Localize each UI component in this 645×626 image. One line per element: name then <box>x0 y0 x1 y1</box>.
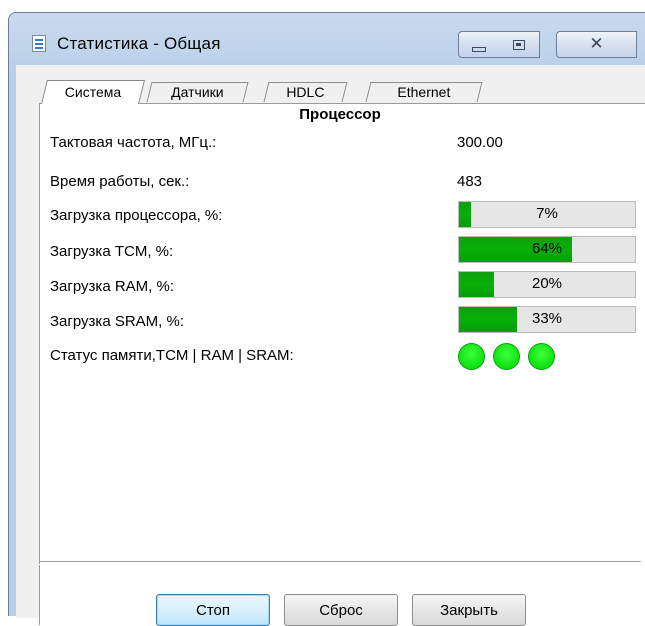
window-title: Статистика - Общая <box>57 34 221 53</box>
tab-hdlc[interactable]: HDLC <box>263 82 348 102</box>
tab-label: Датчики <box>171 84 224 100</box>
clock-frequency-value: 300.00 <box>457 134 503 151</box>
system-tab-panel: Процессор Тактовая частота, МГц.: 300.00… <box>39 103 645 625</box>
minimize-button[interactable] <box>458 31 499 58</box>
tab-system[interactable]: Система <box>41 80 145 104</box>
tcm-load-progress-bar: 64% <box>458 236 636 263</box>
reset-button[interactable]: Сброс <box>284 594 398 626</box>
close-window-button[interactable]: ✕ <box>556 31 637 58</box>
ram-load-label: Загрузка RAM, %: <box>50 278 174 295</box>
progress-text: 64% <box>531 240 563 257</box>
dialog-client-area: Система Датчики HDLC Ethernet Процессор … <box>16 65 645 626</box>
maximize-button[interactable] <box>498 31 540 58</box>
footer-divider <box>39 561 641 565</box>
maximize-icon <box>512 39 525 50</box>
progress-text: 20% <box>531 275 563 292</box>
tab-label: Ethernet <box>397 84 451 100</box>
sram-load-label: Загрузка SRAM, %: <box>50 313 185 330</box>
clock-frequency-label: Тактовая частота, МГц.: <box>50 134 217 151</box>
tcm-load-label: Загрузка TCM, %: <box>50 243 174 260</box>
tcm-status-led-icon <box>458 343 485 370</box>
minimize-icon <box>471 46 486 52</box>
cpu-load-label: Загрузка процессора, %: <box>50 207 223 224</box>
close-button[interactable]: Закрыть <box>412 594 526 626</box>
title-bar[interactable]: Статистика - Общая ✕ <box>9 13 645 63</box>
memory-status-indicators <box>458 343 558 373</box>
ram-status-led-icon <box>493 343 520 370</box>
app-document-icon <box>32 35 46 52</box>
close-icon: ✕ <box>589 34 604 54</box>
uptime-label: Время работы, сек.: <box>50 173 190 190</box>
progress-text: 33% <box>531 310 563 327</box>
cpu-load-progress-bar: 7% <box>458 201 636 228</box>
tab-label: HDLC <box>286 84 325 100</box>
statistics-window: Статистика - Общая ✕ Система Датчики HDL… <box>8 12 645 626</box>
memory-status-label: Статус памяти,TCM | RAM | SRAM: <box>50 347 294 364</box>
progress-text: 7% <box>536 205 558 222</box>
tab-strip: Система Датчики HDLC Ethernet <box>16 80 645 104</box>
ram-load-progress-bar: 20% <box>458 271 636 298</box>
stop-button[interactable]: Стоп <box>156 594 270 626</box>
tab-ethernet[interactable]: Ethernet <box>365 82 483 102</box>
tab-label: Система <box>64 84 122 100</box>
sram-load-progress-bar: 33% <box>458 306 636 333</box>
sram-status-led-icon <box>528 343 555 370</box>
tab-sensors[interactable]: Датчики <box>146 82 249 102</box>
section-title: Процессор <box>299 106 381 123</box>
uptime-value: 483 <box>457 173 483 190</box>
